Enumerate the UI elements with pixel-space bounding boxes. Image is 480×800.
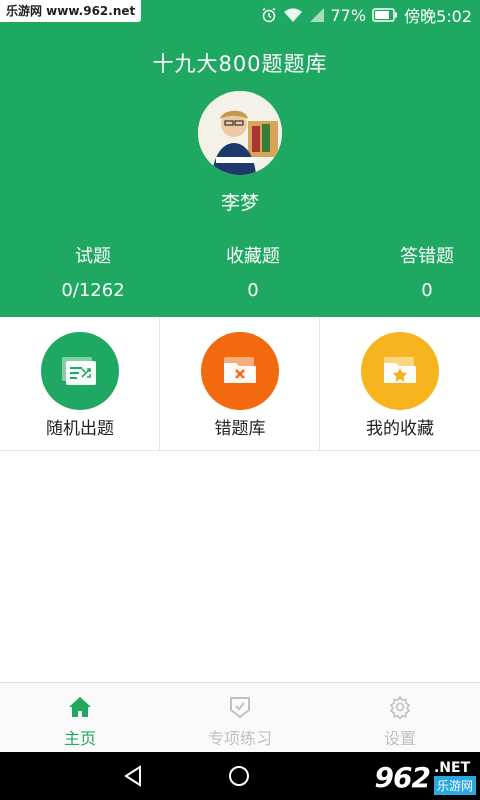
watermark-logo: 962 (374, 760, 431, 794)
stat-value: 0 (421, 280, 433, 301)
shield-check-icon (230, 697, 250, 719)
wifi-icon (283, 8, 302, 22)
wrong-questions-label: 错题库 (214, 419, 266, 439)
stat-value: 0/1262 (61, 280, 125, 301)
status-time: 傍晚5:02 (404, 7, 472, 26)
random-questions-label: 随机出题 (46, 419, 114, 439)
my-favorites-circle (361, 332, 439, 410)
watermark-bottom: 962 .NET 乐游网 (375, 758, 476, 796)
shuffle-icon (62, 357, 96, 385)
avatar[interactable] (198, 91, 282, 175)
avatar-image (198, 91, 282, 175)
user-name: 李梦 (220, 192, 259, 214)
folder-star-icon (384, 357, 416, 383)
my-favorites-button[interactable]: 我的收藏 (320, 317, 480, 450)
watermark-top: 乐游网 www.962.net (0, 0, 142, 22)
tab-special-practice[interactable]: 专项练习 (160, 683, 320, 753)
stat-label: 收藏题 (226, 246, 280, 267)
status-icons: 77% 傍晚5:02 (261, 0, 472, 30)
random-questions-button[interactable]: 随机出题 (0, 317, 160, 450)
tab-home-label: 主页 (63, 729, 96, 748)
status-bar: 乐游网 www.962.net 77% 傍晚5:02 (0, 0, 480, 30)
tab-special-practice-label: 专项练习 (207, 729, 272, 748)
wrong-questions-button[interactable]: 错题库 (160, 317, 320, 450)
battery-percent: 77% (330, 5, 367, 25)
my-favorites-label: 我的收藏 (366, 419, 434, 439)
back-icon[interactable] (122, 765, 144, 787)
page-title: 十九大800题题库 (152, 52, 328, 76)
folder-x-icon (224, 357, 256, 383)
home-circle-icon[interactable] (228, 765, 250, 787)
battery-icon (372, 8, 398, 22)
gear-icon (389, 695, 411, 719)
system-nav-bar: 962 .NET 乐游网 (0, 752, 480, 800)
stat-label: 试题 (75, 246, 111, 267)
stat-questions[interactable]: 试题 0/1262 (13, 242, 173, 301)
stat-favorites[interactable]: 收藏题 0 (173, 242, 333, 301)
tab-settings-label: 设置 (383, 729, 416, 748)
random-questions-circle (41, 332, 119, 410)
stat-wrong[interactable]: 答错题 0 (347, 242, 480, 301)
wrong-questions-circle (201, 332, 279, 410)
tab-home[interactable]: 主页 (0, 683, 160, 753)
signal-icon (309, 8, 324, 22)
tab-settings[interactable]: 设置 (320, 683, 480, 753)
stat-label: 答错题 (400, 246, 454, 267)
home-icon (69, 697, 91, 717)
bottom-tab-bar: 主页 专项练习 设置 (0, 682, 480, 753)
watermark-sub: 乐游网 (433, 775, 476, 795)
stat-value: 0 (247, 280, 259, 301)
feature-grid: 随机出题 错题库 我的收藏 (0, 317, 480, 451)
watermark-text: .NET 乐游网 (433, 759, 476, 795)
profile-header: 十九大800题题库 李梦 试题 0/1262 收藏题 0 答错题 0 (0, 30, 480, 317)
alarm-icon (262, 7, 275, 23)
watermark-net: .NET (433, 759, 471, 776)
